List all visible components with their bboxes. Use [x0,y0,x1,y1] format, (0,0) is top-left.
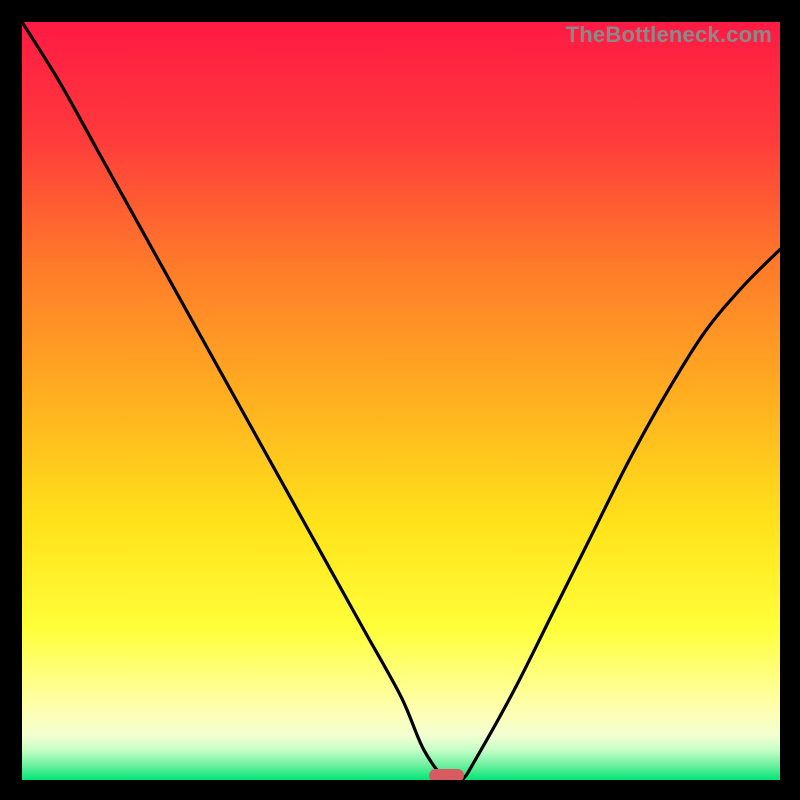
marker-pill [429,769,464,780]
bottleneck-curve [22,22,780,780]
chart-frame: TheBottleneck.com [0,0,800,800]
watermark-text: TheBottleneck.com [566,22,772,48]
plot-area: TheBottleneck.com [22,22,780,780]
